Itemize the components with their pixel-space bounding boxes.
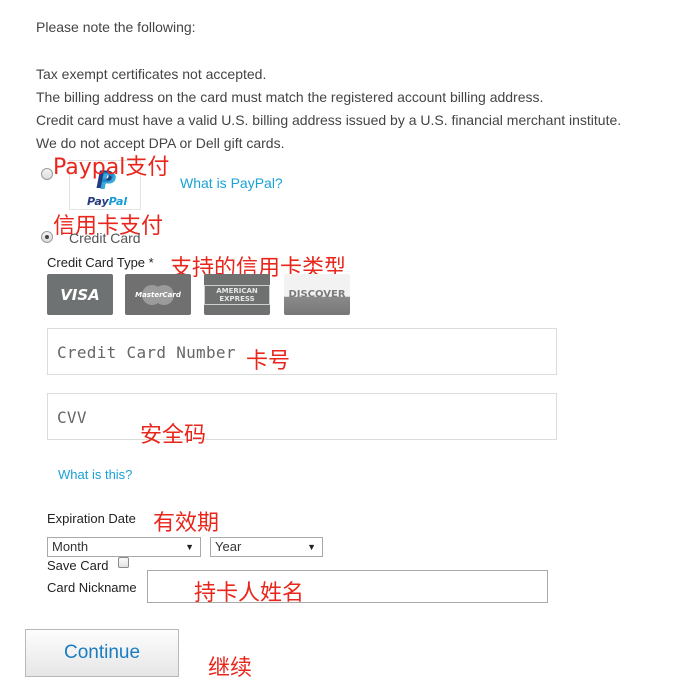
paypal-wordmark: PayPal [87,195,127,208]
annotation-expiration: 有效期 [153,511,220,536]
month-select[interactable]: Month ▼ [47,537,201,557]
paypal-wordmark-pay: Pay [87,195,109,208]
expiration-date-label: Expiration Date [47,511,136,526]
credit-card-number-field[interactable]: Credit Card Number [47,328,557,375]
amex-card-label: AMERICAN EXPRESS [204,284,270,305]
credit-card-radio[interactable] [41,231,53,243]
credit-card-number-placeholder: Credit Card Number [57,343,236,362]
credit-card-type-label: Credit Card Type * [47,255,154,270]
annotation-cvv: 安全码 [140,423,207,448]
mastercard-card-icon[interactable]: MasterCard [125,274,191,315]
visa-card-icon[interactable]: VISA [47,274,113,315]
chevron-down-icon: ▼ [307,542,316,552]
continue-button[interactable]: Continue [25,629,179,677]
year-select[interactable]: Year ▼ [210,537,323,557]
note-line: The billing address on the card must mat… [36,89,544,105]
card-nickname-label: Card Nickname [47,580,137,595]
cvv-field[interactable]: CVV [47,393,557,440]
cvv-placeholder: CVV [57,408,87,427]
visa-card-label: VISA [60,285,100,304]
mastercard-card-label: MasterCard [135,290,181,299]
what-is-paypal-link[interactable]: What is PayPal? [180,175,283,191]
discover-card-label: DISCOVER [288,289,346,300]
what-is-this-link[interactable]: What is this? [58,467,132,482]
month-select-value: Month [52,539,89,554]
credit-card-radio-label: Credit Card [69,230,141,246]
annotation-paypal: Paypal支付 [53,155,170,180]
amex-card-icon[interactable]: AMERICAN EXPRESS [204,274,270,315]
paypal-radio[interactable] [41,168,53,180]
save-card-checkbox[interactable] [118,557,129,568]
note-line: Credit card must have a valid U.S. billi… [36,112,622,128]
year-select-value: Year [215,539,242,554]
discover-card-icon[interactable]: DISCOVER [284,274,350,315]
note-line: Tax exempt certificates not accepted. [36,66,267,82]
paypal-wordmark-pal: Pal [108,195,128,208]
annotation-card-number: 卡号 [246,349,291,374]
notes-heading: Please note the following: [36,19,196,35]
save-card-label: Save Card [47,558,109,573]
annotation-continue: 继续 [208,656,253,681]
annotation-nickname: 持卡人姓名 [194,581,305,606]
chevron-down-icon: ▼ [185,542,194,552]
